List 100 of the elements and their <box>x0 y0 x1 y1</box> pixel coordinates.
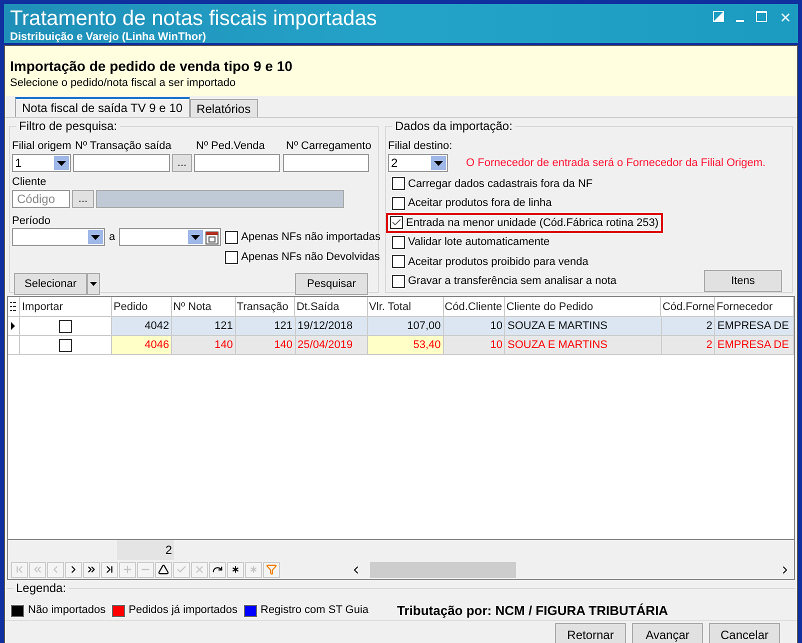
table-cell: EMPRESA DE <box>715 317 794 335</box>
ellipsis-button[interactable]: ... <box>172 154 192 172</box>
dropdown-button[interactable] <box>87 273 100 295</box>
field-label: Nº Carregamento <box>286 139 372 153</box>
tab[interactable]: Nota fiscal de saída TV 9 e 10 <box>15 97 190 117</box>
column-header[interactable]: Cód.Cliente <box>444 297 506 316</box>
group-title: Legenda: <box>13 581 70 595</box>
checkbox[interactable] <box>392 274 405 288</box>
table-cell: 10 <box>444 336 506 354</box>
dialog-button[interactable]: Cancelar <box>709 623 780 643</box>
restore-icon[interactable] <box>713 11 724 22</box>
close-icon <box>194 564 205 575</box>
caret-icon <box>191 234 200 240</box>
input-field[interactable] <box>194 154 280 172</box>
table-cell: SOUZA E MARTINS <box>505 336 662 354</box>
first-icon <box>14 564 25 575</box>
combo-field[interactable]: 2 <box>388 154 448 172</box>
tab[interactable]: Relatórios <box>190 99 258 117</box>
scrollbar-thumb[interactable] <box>370 562 516 578</box>
column-header[interactable]: Vlr. Total <box>368 297 444 316</box>
checkbox-option[interactable]: Validar lote automaticamente <box>388 232 554 252</box>
close-icon[interactable] <box>779 11 792 24</box>
caret-icon <box>434 160 443 166</box>
checkbox-option[interactable]: Aceitar produtos proibido para venda <box>388 252 592 272</box>
dialog-button[interactable]: Avançar <box>632 623 703 643</box>
navigator-button[interactable] <box>83 562 100 578</box>
checkbox[interactable] <box>392 236 405 249</box>
navigator-button[interactable] <box>101 562 118 578</box>
dropdown-button[interactable] <box>431 156 446 170</box>
ellipsis-button[interactable]: ... <box>72 190 94 208</box>
column-header[interactable]: Fornecedor <box>715 297 794 316</box>
dropdown-button[interactable] <box>54 156 69 170</box>
column-header[interactable]: Transação <box>236 297 296 316</box>
calendar-icon[interactable] <box>205 230 220 244</box>
checkbox-label: Apenas NFs não importadas <box>241 230 381 244</box>
filter-icon <box>266 564 277 575</box>
combo-field[interactable]: 1 <box>12 154 71 172</box>
items-button[interactable]: Itens <box>704 270 782 292</box>
table-row[interactable]: 4046 140 140 25/04/2019 53,40 10 SOUZA E MARTINS 2 EMPRESA DE <box>8 336 794 355</box>
header-title: Importação de pedido de venda tipo 9 e 10 <box>10 58 294 74</box>
dropdown-button[interactable] <box>188 230 204 244</box>
column-menu-icon[interactable] <box>10 302 16 311</box>
checkbox[interactable] <box>225 230 238 244</box>
table-cell: 2 <box>662 336 716 354</box>
checkbox[interactable] <box>392 177 405 190</box>
date-field[interactable] <box>119 228 222 246</box>
checkbox[interactable] <box>392 196 405 210</box>
table-cell: SOUZA E MARTINS <box>505 317 662 335</box>
caret-icon <box>57 160 66 166</box>
checkbox[interactable] <box>392 255 405 268</box>
column-header[interactable]: Importar <box>20 297 112 316</box>
maximize-icon[interactable] <box>756 11 767 22</box>
table-row[interactable]: 4042 121 121 19/12/2018 107,00 10 SOUZA E MARTINS 2 EMPRESA DE <box>8 317 794 336</box>
column-header[interactable]: Cód.Forne <box>661 297 716 316</box>
table-cell: 2 <box>662 317 716 335</box>
checkbox-option[interactable]: Entrada na menor unidade (Cód.Fábrica rotina 253) <box>386 212 663 233</box>
check-icon <box>176 564 187 575</box>
navigator-button[interactable] <box>155 562 172 578</box>
field-label: Cliente <box>12 175 48 189</box>
caret-icon <box>90 282 97 286</box>
navigator-button[interactable] <box>227 562 244 578</box>
last-icon <box>104 564 115 575</box>
field-label: Nº Ped.Venda <box>196 139 266 153</box>
input-field[interactable] <box>283 154 369 172</box>
checkbox-option[interactable]: Gravar a transferência sem analisar a nota <box>388 271 620 292</box>
checkbox[interactable] <box>59 320 72 332</box>
navigator-button[interactable] <box>209 562 226 578</box>
column-header[interactable]: Pedido <box>112 297 172 316</box>
field-label: Período <box>12 214 52 228</box>
checkbox[interactable] <box>390 216 403 230</box>
column-header[interactable]: Cliente do Pedido <box>505 297 662 316</box>
checkbox-label: Validar lote automaticamente <box>408 235 550 250</box>
field-label: Nº Transação saída <box>75 139 172 153</box>
row-indicator-cell[interactable] <box>8 336 20 354</box>
dialog-button[interactable]: Retornar <box>555 623 626 643</box>
table-cell: 4042 <box>112 317 172 335</box>
checkbox-label: Entrada na menor unidade (Cód.Fábrica rotina 253) <box>406 216 659 230</box>
select-button[interactable]: Selecionar <box>14 273 87 295</box>
row-indicator-cell[interactable] <box>8 317 20 335</box>
table-cell: 53,40 <box>368 336 444 354</box>
input-field[interactable] <box>73 154 170 172</box>
column-header[interactable]: Nº Nota <box>172 297 236 316</box>
row-count: 2 <box>117 540 174 560</box>
checkbox-option[interactable]: Carregar dados cadastrais fora da NF <box>388 174 597 194</box>
table-cell: 121 <box>236 317 296 335</box>
combo-field[interactable] <box>12 228 105 246</box>
window-subtitle: Distribuição e Varejo (Linha WinThor) <box>10 31 208 43</box>
double-left-icon <box>32 564 43 575</box>
group-title: Filtro de pesquisa: <box>16 119 120 133</box>
column-header[interactable]: Dt.Saída <box>295 297 368 316</box>
navigator-button[interactable] <box>65 562 82 578</box>
input-field[interactable]: Código <box>12 190 70 208</box>
search-button[interactable]: Pesquisar <box>295 273 368 295</box>
notice-text: O Fornecedor de entrada será o Fornecedor da Filial Origem. <box>466 156 766 171</box>
triangle-icon <box>158 564 169 575</box>
checkbox[interactable] <box>225 250 238 264</box>
checkbox[interactable] <box>59 338 72 352</box>
redo-icon <box>212 564 223 575</box>
checkbox-option[interactable]: Aceitar produtos fora de linha <box>388 193 556 214</box>
dropdown-button[interactable] <box>88 230 103 244</box>
